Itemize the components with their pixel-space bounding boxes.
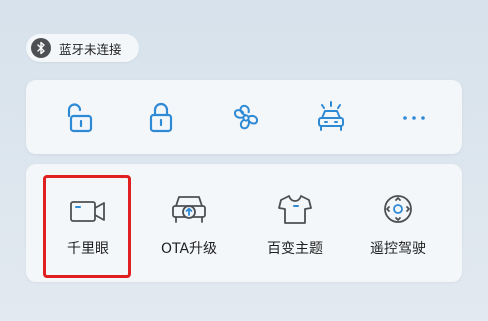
unlock-button[interactable] (58, 96, 102, 140)
lock-icon (149, 102, 173, 133)
bluetooth-status-pill[interactable]: 蓝牙未连接 (26, 34, 139, 62)
more-button[interactable] (392, 96, 436, 140)
highlight-box (43, 175, 131, 278)
car-lights-icon (318, 101, 344, 131)
shirt-icon (278, 195, 312, 224)
function-ota[interactable]: OTA升级 (144, 186, 234, 266)
ota-upgrade-icon (172, 196, 206, 223)
bluetooth-status-text: 蓝牙未连接 (59, 41, 122, 57)
quick-actions-card (26, 80, 462, 154)
function-label: 遥控驾驶 (370, 241, 426, 257)
bluetooth-icon (31, 38, 51, 58)
function-remote-drive[interactable]: 遥控驾驶 (353, 186, 443, 266)
function-theme[interactable]: 百变主题 (250, 186, 340, 266)
function-label: OTA升级 (160, 241, 218, 257)
function-label: 百变主题 (267, 241, 323, 257)
more-icon (403, 116, 425, 120)
lock-button[interactable] (139, 96, 183, 140)
fan-button[interactable] (224, 96, 268, 140)
unlock-icon (67, 103, 93, 133)
car-lights-button[interactable] (309, 96, 353, 140)
fan-icon (233, 104, 259, 130)
remote-drive-icon (384, 195, 412, 223)
